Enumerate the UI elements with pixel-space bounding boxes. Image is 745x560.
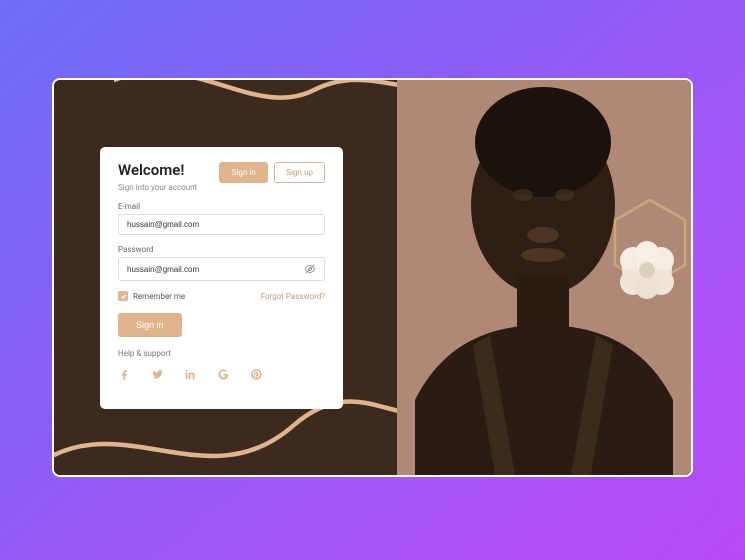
tab-signup[interactable]: Sign up bbox=[274, 162, 325, 183]
remember-checkbox[interactable] bbox=[118, 291, 128, 301]
password-label: Password bbox=[118, 245, 325, 254]
email-label: E-mail bbox=[118, 202, 325, 211]
email-input-wrap[interactable] bbox=[118, 214, 325, 235]
email-input[interactable] bbox=[127, 220, 316, 229]
forgot-password-link[interactable]: Forgot Password? bbox=[261, 292, 325, 301]
left-decorative-panel: Welcome! Sign into your account Sign in … bbox=[54, 80, 397, 475]
signin-button[interactable]: Sign in bbox=[118, 313, 182, 337]
form-header-row: Welcome! Sign into your account Sign in … bbox=[118, 160, 325, 192]
tab-signin[interactable]: Sign in bbox=[219, 162, 267, 183]
password-field-group: Password bbox=[118, 245, 325, 281]
help-support-link[interactable]: Help & support bbox=[118, 349, 325, 358]
signin-form-panel: Welcome! Sign into your account Sign in … bbox=[100, 147, 343, 409]
email-field-group: E-mail bbox=[118, 202, 325, 235]
facebook-icon[interactable] bbox=[118, 368, 131, 381]
remember-forgot-row: Remember me Forgot Password? bbox=[118, 291, 325, 301]
welcome-subtitle: Sign into your account bbox=[118, 183, 197, 192]
password-input-wrap[interactable] bbox=[118, 257, 325, 281]
auth-tabs: Sign in Sign up bbox=[219, 162, 325, 183]
social-login-row bbox=[118, 368, 325, 381]
eye-off-icon[interactable] bbox=[304, 263, 316, 275]
remember-label: Remember me bbox=[133, 292, 185, 301]
auth-card: Welcome! Sign into your account Sign in … bbox=[52, 78, 693, 477]
password-input[interactable] bbox=[127, 265, 304, 274]
check-icon bbox=[120, 293, 127, 300]
twitter-icon[interactable] bbox=[151, 368, 164, 381]
hero-image-panel bbox=[397, 80, 691, 475]
welcome-title: Welcome! bbox=[118, 160, 197, 181]
google-icon[interactable] bbox=[217, 368, 230, 381]
pinterest-icon[interactable] bbox=[250, 368, 263, 381]
hero-portrait-image bbox=[397, 80, 691, 475]
linkedin-icon[interactable] bbox=[184, 368, 197, 381]
remember-me[interactable]: Remember me bbox=[118, 291, 185, 301]
